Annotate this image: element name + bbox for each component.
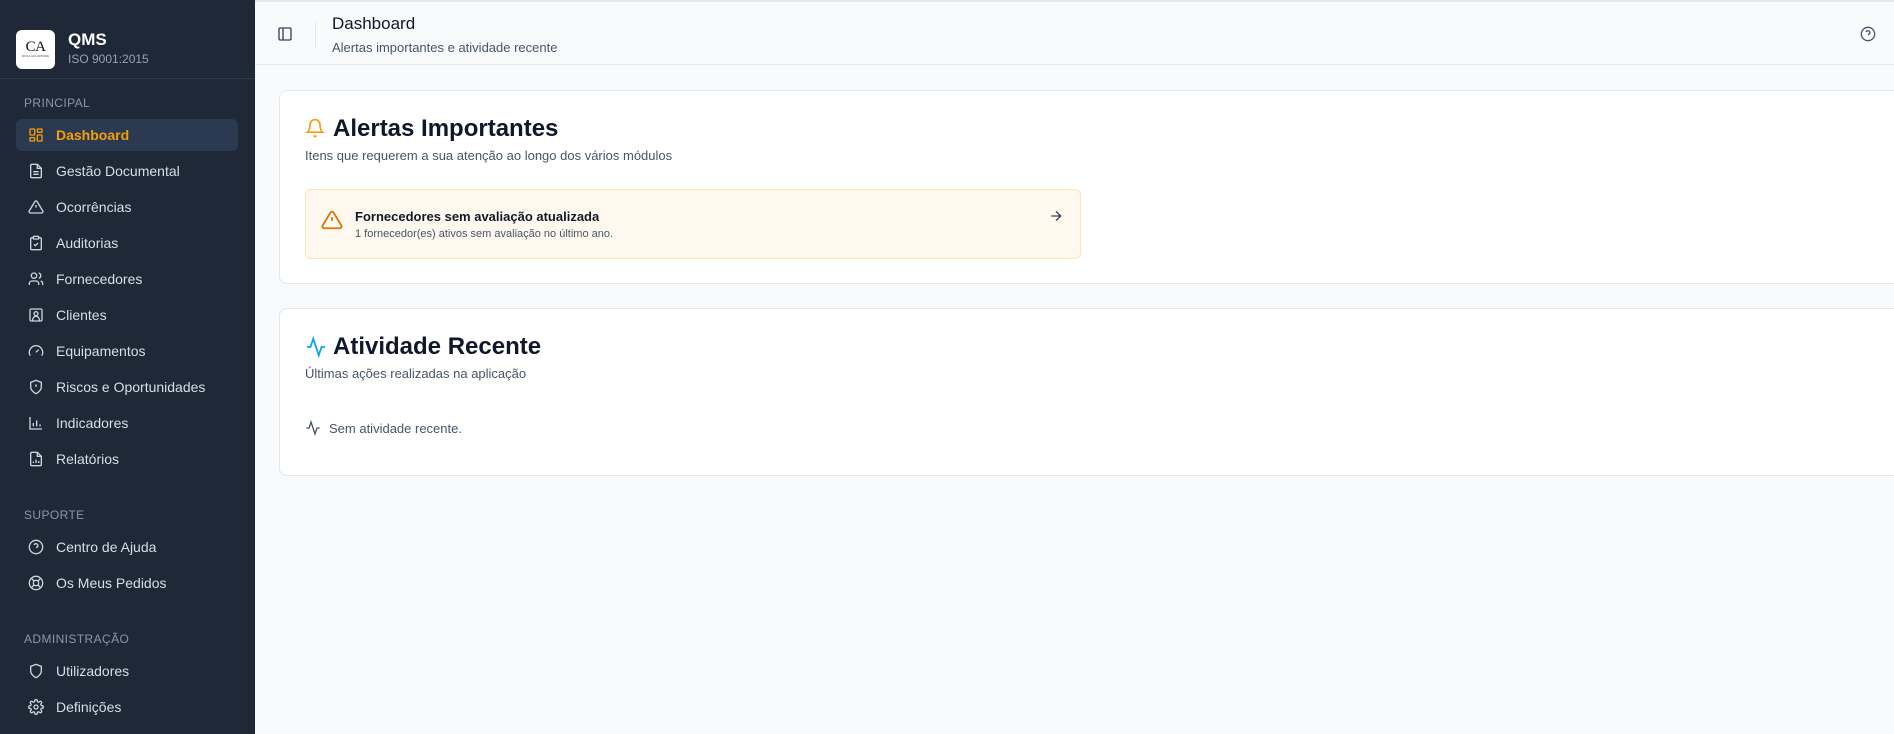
activity-card-subtitle: Últimas ações realizadas na aplicação xyxy=(305,366,527,381)
activity-empty-state: Sem atividade recente. xyxy=(305,420,462,436)
sidebar-item-indicadores[interactable]: Indicadores xyxy=(16,407,238,439)
sidebar-item-label: Centro de Ajuda xyxy=(56,539,157,555)
sidebar-item-label: Os Meus Pedidos xyxy=(56,575,167,591)
alerts-card: Alertas Importantes Itens que requerem a… xyxy=(279,90,1894,284)
arrow-right-icon xyxy=(1048,208,1064,224)
sidebar-item-riscos[interactable]: Riscos e Oportunidades xyxy=(16,371,238,403)
sidebar-item-ocorrencias[interactable]: Ocorrências xyxy=(16,191,238,223)
shield-alert-icon xyxy=(28,379,44,395)
sidebar-item-centro-ajuda[interactable]: Centro de Ajuda xyxy=(16,531,238,563)
sidebar-item-label: Riscos e Oportunidades xyxy=(56,379,206,395)
gear-icon xyxy=(28,699,44,715)
lifebuoy-icon xyxy=(28,575,44,591)
sidebar-item-label: Fornecedores xyxy=(56,271,143,287)
app-title: QMS xyxy=(68,30,107,49)
alert-title: Fornecedores sem avaliação atualizada xyxy=(355,209,600,224)
report-icon xyxy=(28,451,44,467)
page-title: Dashboard xyxy=(332,14,416,33)
sidebar-item-definicoes[interactable]: Definições xyxy=(16,691,238,723)
sidebar-item-label: Indicadores xyxy=(56,415,129,431)
alert-item-suppliers[interactable]: Fornecedores sem avaliação atualizada 1 … xyxy=(305,189,1081,259)
sidebar-item-label: Utilizadores xyxy=(56,663,130,679)
sidebar-item-utilizadores[interactable]: Utilizadores xyxy=(16,655,238,687)
sidebar-item-dashboard[interactable]: Dashboard xyxy=(16,119,238,151)
sidebar: CA ROSA AGUAPRIME QMS ISO 9001:2015 PRIN… xyxy=(0,0,255,734)
grid-icon xyxy=(28,127,44,143)
help-button[interactable] xyxy=(1860,26,1878,44)
panel-left-icon xyxy=(277,26,293,42)
company-logo: CA ROSA AGUAPRIME xyxy=(16,29,55,69)
sidebar-item-fornecedores[interactable]: Fornecedores xyxy=(16,263,238,295)
activity-card-title: Atividade Recente xyxy=(305,333,541,361)
warning-icon xyxy=(321,209,343,231)
sidebar-item-equipamentos[interactable]: Equipamentos xyxy=(16,335,238,367)
contact-icon xyxy=(28,307,44,323)
sidebar-item-label: Gestão Documental xyxy=(56,163,180,179)
alerts-card-title: Alertas Importantes xyxy=(305,115,558,143)
bell-icon xyxy=(305,118,327,140)
help-circle-icon xyxy=(1860,26,1876,42)
sidebar-item-gestao-documental[interactable]: Gestão Documental xyxy=(16,155,238,187)
brand: CA ROSA AGUAPRIME QMS ISO 9001:2015 xyxy=(0,0,255,78)
activity-icon xyxy=(305,420,321,436)
warning-icon xyxy=(28,199,44,215)
sidebar-item-meus-pedidos[interactable]: Os Meus Pedidos xyxy=(16,567,238,599)
gauge-icon xyxy=(28,343,44,359)
sidebar-item-relatorios[interactable]: Relatórios xyxy=(16,443,238,475)
brand-divider xyxy=(0,78,255,79)
sidebar-item-label: Ocorrências xyxy=(56,199,132,215)
sidebar-item-label: Dashboard xyxy=(56,127,130,143)
clipboard-check-icon xyxy=(28,235,44,251)
shield-icon xyxy=(28,663,44,679)
sidebar-item-auditorias[interactable]: Auditorias xyxy=(16,227,238,259)
bar-chart-icon xyxy=(28,415,44,431)
header-divider xyxy=(315,22,316,48)
alerts-card-subtitle: Itens que requerem a sua atenção ao long… xyxy=(305,148,673,163)
sidebar-item-label: Definições xyxy=(56,699,122,715)
sidebar-item-label: Auditorias xyxy=(56,235,119,251)
help-circle-icon xyxy=(28,539,44,555)
sidebar-item-clientes[interactable]: Clientes xyxy=(16,299,238,331)
document-icon xyxy=(28,163,44,179)
alert-description: 1 fornecedor(es) ativos sem avaliação no… xyxy=(355,228,614,240)
sidebar-item-label: Clientes xyxy=(56,307,107,323)
users-icon xyxy=(28,271,44,287)
activity-card: Atividade Recente Últimas ações realizad… xyxy=(279,308,1894,476)
activity-icon xyxy=(305,336,327,358)
section-label-principal: PRINCIPAL xyxy=(24,96,91,110)
sidebar-item-label: Relatórios xyxy=(56,451,120,467)
sidebar-toggle-button[interactable] xyxy=(275,24,295,44)
section-label-suporte: SUPORTE xyxy=(24,508,85,522)
top-header: Dashboard Alertas importantes e atividad… xyxy=(255,0,1894,65)
app-subtitle: ISO 9001:2015 xyxy=(68,52,149,66)
section-label-administracao: ADMINISTRAÇÃO xyxy=(24,632,130,646)
sidebar-item-label: Equipamentos xyxy=(56,343,146,359)
page-subtitle: Alertas importantes e atividade recente xyxy=(332,40,558,55)
